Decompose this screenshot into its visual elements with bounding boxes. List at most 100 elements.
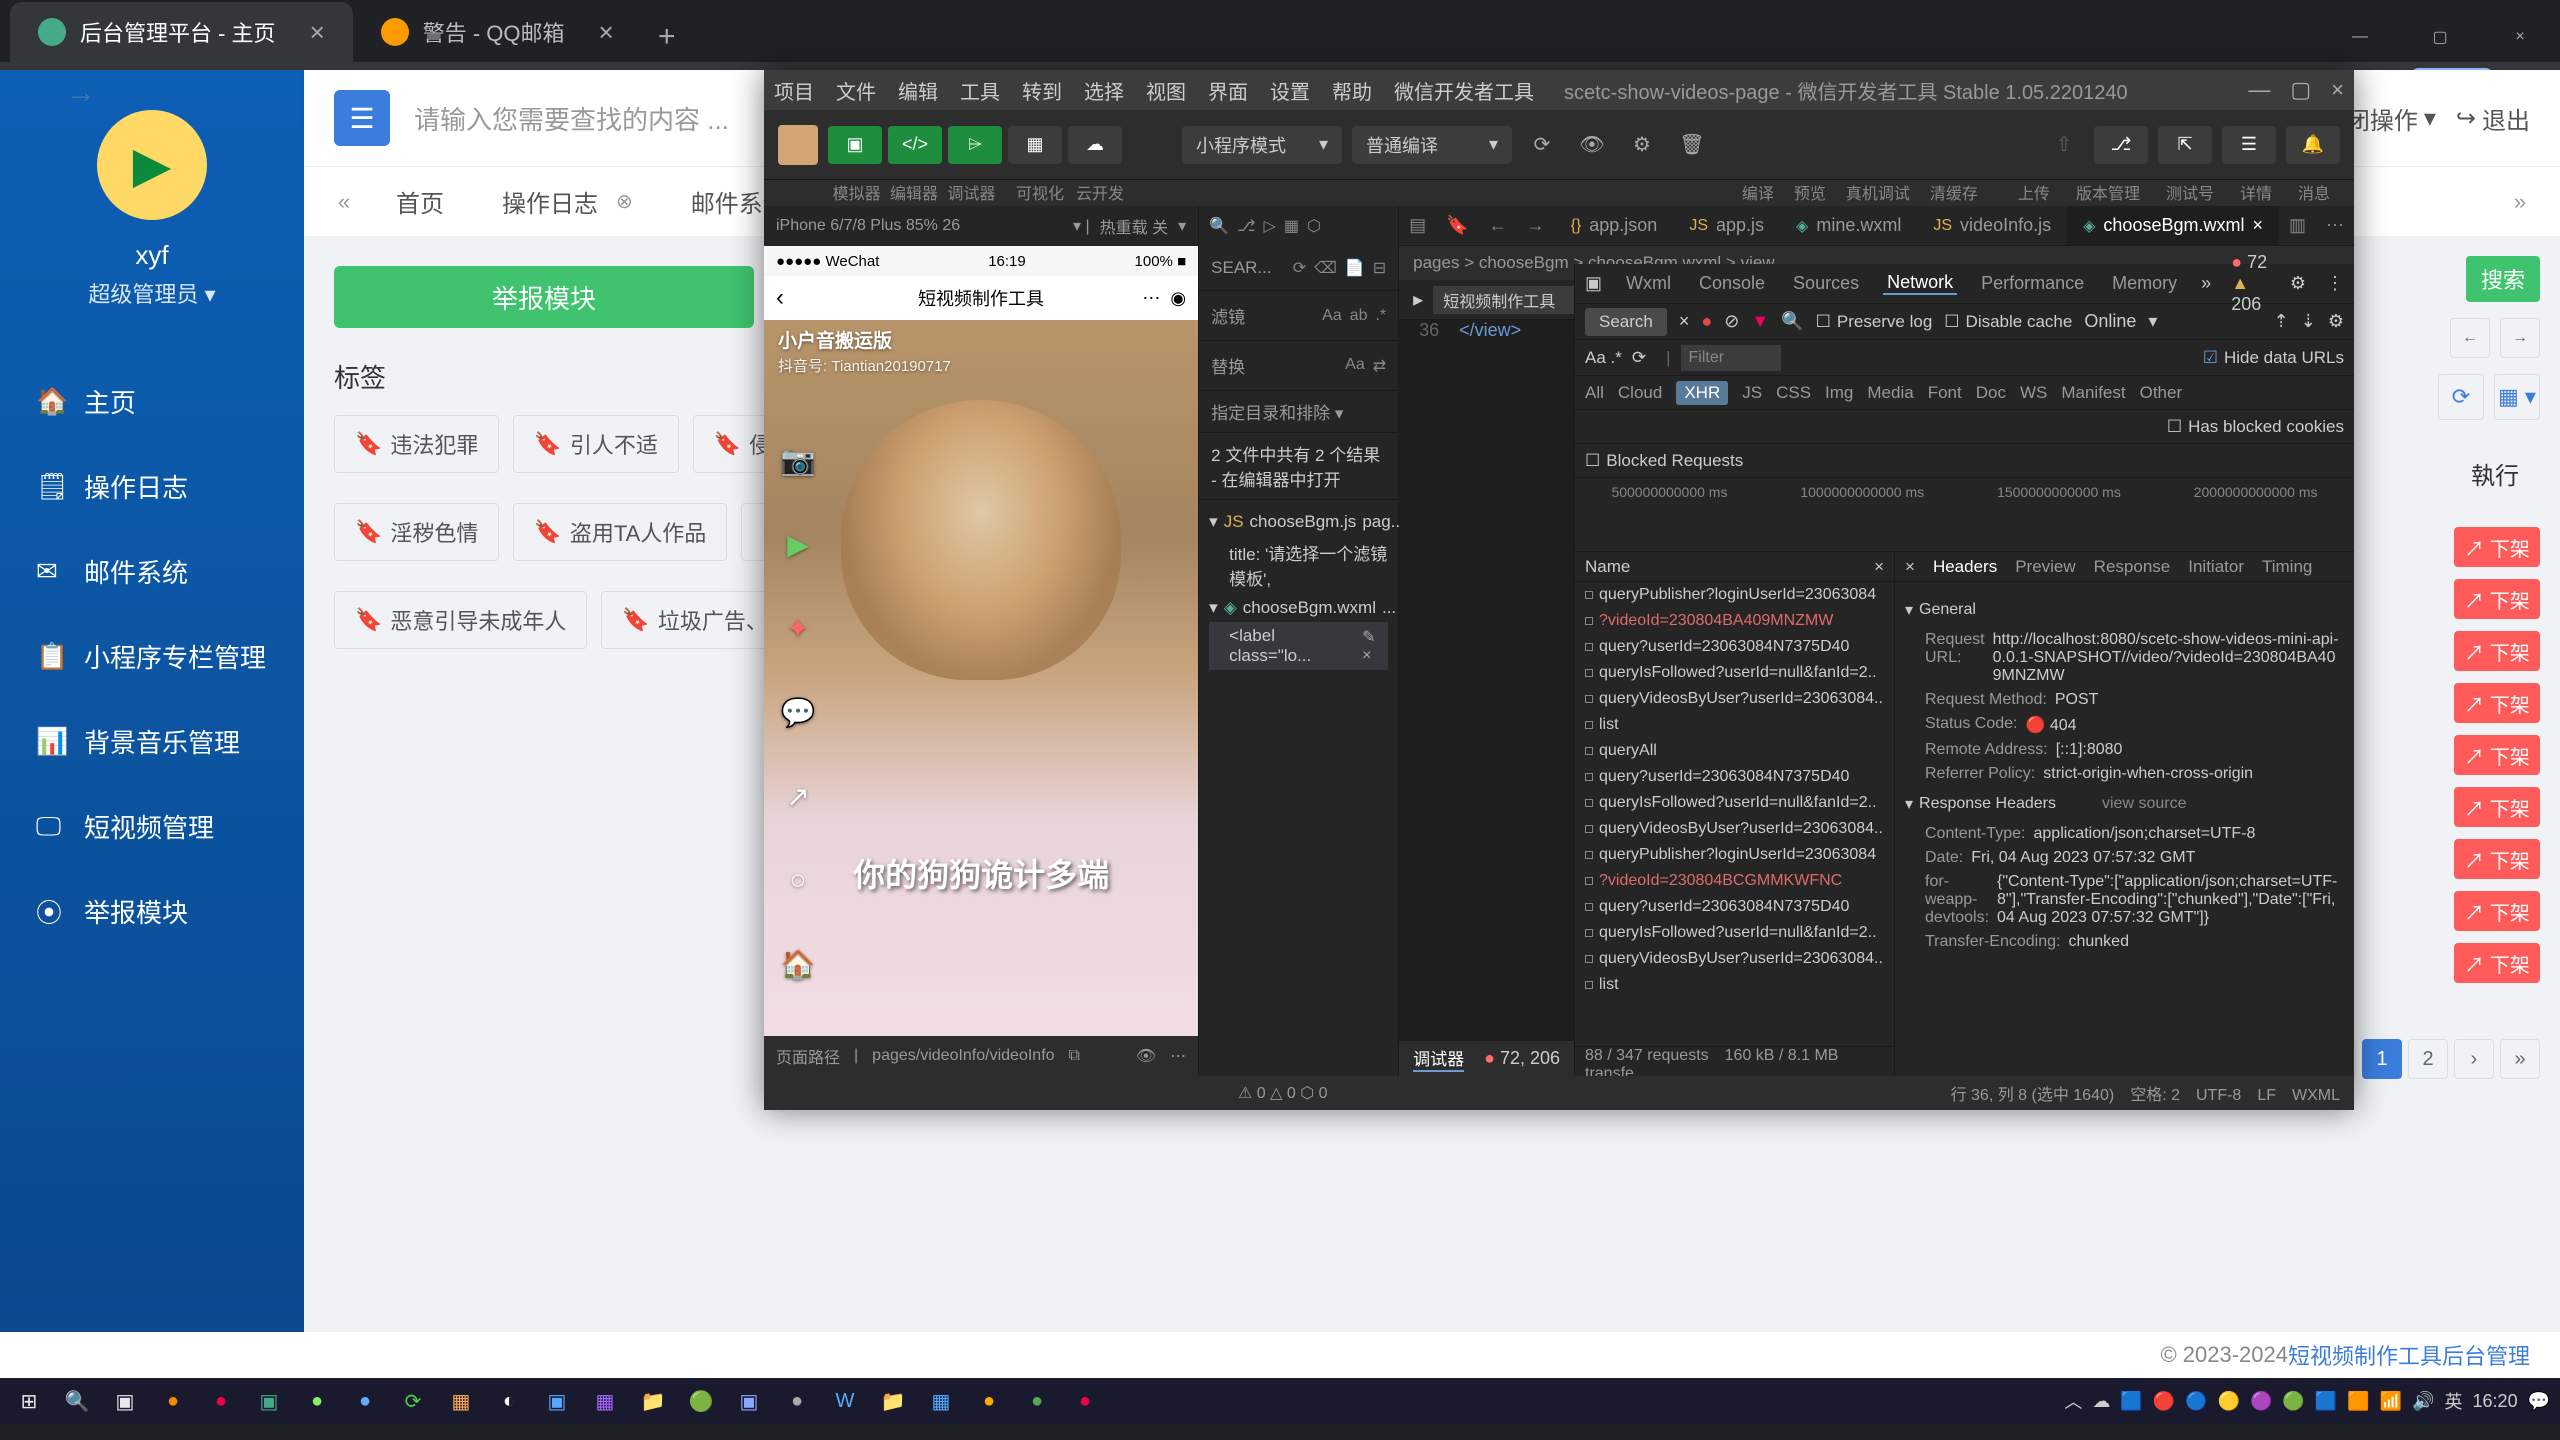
filter-all[interactable]: All: [1585, 383, 1604, 403]
network-search-button[interactable]: Search: [1585, 308, 1667, 336]
tag-item[interactable]: 🔖 盗用TA人作品: [513, 503, 727, 561]
initiator-tab[interactable]: Initiator: [2188, 557, 2244, 577]
inspect-icon[interactable]: ▣: [1585, 273, 1602, 294]
eye-icon[interactable]: 👁: [1136, 1046, 1156, 1066]
app-icon[interactable]: ●: [346, 1382, 384, 1420]
simulator-toggle[interactable]: ▣: [828, 126, 882, 164]
menu-item[interactable]: 项目: [774, 76, 814, 105]
version-icon[interactable]: ⎇: [2094, 126, 2148, 164]
close-icon[interactable]: ×: [2480, 12, 2560, 62]
np-tab-console[interactable]: Console: [1695, 273, 1769, 294]
app-icon[interactable]: ▦: [586, 1382, 624, 1420]
np-tab-memory[interactable]: Memory: [2108, 273, 2181, 294]
menu-item[interactable]: 工具: [960, 76, 1000, 105]
np-tab-sources[interactable]: Sources: [1789, 273, 1863, 294]
git-icon[interactable]: ⎇: [1237, 216, 1255, 236]
tray-icon[interactable]: 🟦: [2315, 1391, 2337, 1412]
network-request[interactable]: queryPublisher?loginUserId=23063084: [1575, 842, 1894, 868]
explorer-icon[interactable]: ▤: [1399, 215, 1436, 236]
refresh-button[interactable]: ⟳: [2438, 374, 2484, 420]
search-icon[interactable]: 🔍: [1209, 216, 1229, 236]
app-icon[interactable]: ▣: [538, 1382, 576, 1420]
app-icon[interactable]: ●: [1018, 1382, 1056, 1420]
network-request[interactable]: query?userId=23063084N7375D40: [1575, 764, 1894, 790]
menu-item[interactable]: 微信开发者工具: [1394, 76, 1534, 105]
app-icon[interactable]: ●: [298, 1382, 336, 1420]
menu-item[interactable]: 编辑: [898, 76, 938, 105]
filter-js[interactable]: JS: [1742, 383, 1762, 403]
page-1[interactable]: 1: [2362, 1039, 2402, 1079]
hot-reload-toggle[interactable]: 热重载 关: [1100, 214, 1168, 238]
task-view-icon[interactable]: ▣: [106, 1382, 144, 1420]
search-button[interactable]: 搜索: [2466, 256, 2540, 302]
tabs-prev-icon[interactable]: «: [324, 182, 364, 222]
copy-icon[interactable]: ⧉: [1069, 1047, 1080, 1065]
page-2[interactable]: 2: [2408, 1039, 2448, 1079]
close-icon[interactable]: ×: [1874, 557, 1884, 577]
network-request[interactable]: queryVideosByUser?userId=23063084..: [1575, 686, 1894, 712]
bookmark-icon[interactable]: 🔖: [1436, 215, 1478, 236]
menu-toggle-button[interactable]: ☰: [334, 90, 390, 146]
file-tab[interactable]: JSapp.js: [1673, 206, 1780, 245]
app-icon[interactable]: ●: [1066, 1382, 1104, 1420]
record-icon[interactable]: ●: [1701, 311, 1712, 332]
phone-screen[interactable]: ●●●●● WeChat 16:19 100% ■ ‹ 短视频制作工具 ⋯ ◉: [764, 246, 1198, 1036]
filter-img[interactable]: Img: [1825, 383, 1853, 403]
compile-icon[interactable]: ⟳: [1522, 126, 1562, 164]
minimize-icon[interactable]: —: [2248, 77, 2270, 103]
tag-item[interactable]: 🔖 引人不适: [513, 415, 678, 473]
cloud-toggle[interactable]: ☁: [1068, 126, 1122, 164]
preserve-log-checkbox[interactable]: ☐Preserve log: [1816, 312, 1933, 332]
star-icon[interactable]: ✦: [778, 608, 818, 648]
close-icon[interactable]: ⊗: [616, 189, 633, 214]
menu-item[interactable]: 视图: [1146, 76, 1186, 105]
ext-icon[interactable]: ▦: [1284, 216, 1299, 236]
tree-file[interactable]: ▾ ◈ chooseBgm.wxml...1: [1209, 594, 1388, 622]
message-icon[interactable]: 🔔: [2286, 126, 2340, 164]
clear-icon[interactable]: ⊘: [1724, 311, 1739, 332]
takedown-button[interactable]: ↗ 下架: [2454, 631, 2540, 671]
takedown-button[interactable]: ↗ 下架: [2454, 735, 2540, 775]
filter-media[interactable]: Media: [1867, 383, 1913, 403]
collapse-icon[interactable]: ⊟: [1373, 258, 1386, 278]
tray-icon[interactable]: 🔴: [2153, 1391, 2175, 1412]
network-request[interactable]: queryIsFollowed?userId=null&fanId=2..: [1575, 790, 1894, 816]
network-request[interactable]: list: [1575, 712, 1894, 738]
view-source-link[interactable]: view source: [2102, 795, 2186, 813]
app-icon[interactable]: ⟳: [394, 1382, 432, 1420]
browser-tab-admin[interactable]: 后台管理平台 - 主页 ×: [10, 2, 353, 62]
tray-icon[interactable]: ☁: [2092, 1391, 2110, 1412]
remote-debug-icon[interactable]: ⚙: [1622, 126, 1662, 164]
disable-cache-checkbox[interactable]: ☐Disable cache: [1944, 312, 2072, 332]
test-icon[interactable]: ⇱: [2158, 126, 2212, 164]
tray-icon[interactable]: 🟦: [2120, 1391, 2142, 1412]
tray-icon[interactable]: 🟧: [2347, 1391, 2369, 1412]
clock[interactable]: 16:20: [2473, 1391, 2518, 1412]
mode-select[interactable]: 小程序模式▾: [1182, 126, 1342, 164]
editor-toggle[interactable]: </>: [888, 126, 942, 164]
sidebar-item-mail[interactable]: ✉邮件系统: [0, 529, 304, 614]
filter-css[interactable]: CSS: [1776, 383, 1811, 403]
device-select[interactable]: iPhone 6/7/8 Plus 85% 26: [776, 217, 960, 235]
detail-icon[interactable]: ☰: [2222, 126, 2276, 164]
np-tab-perf[interactable]: Performance: [1977, 273, 2088, 294]
more-icon[interactable]: ⋯: [2316, 215, 2354, 236]
app-icon[interactable]: ●: [970, 1382, 1008, 1420]
sidebar-item-video[interactable]: 🖵短视频管理: [0, 784, 304, 869]
page-tab-home[interactable]: 首页: [370, 170, 470, 233]
filter-cloud[interactable]: Cloud: [1618, 383, 1662, 403]
tray-icon[interactable]: 🟢: [2282, 1391, 2304, 1412]
ime-icon[interactable]: 英: [2445, 1388, 2463, 1414]
headers-tab[interactable]: Headers: [1933, 557, 1997, 577]
back-icon[interactable]: ←: [1479, 215, 1517, 236]
network-request[interactable]: ?videoId=230804BA409MNZMW: [1575, 608, 1894, 634]
np-tab-network[interactable]: Network: [1883, 272, 1957, 295]
response-tab[interactable]: Response: [2094, 557, 2171, 577]
menu-item[interactable]: 转到: [1022, 76, 1062, 105]
app-icon[interactable]: 📁: [634, 1382, 672, 1420]
filter-other[interactable]: Other: [2140, 383, 2183, 403]
report-module-button[interactable]: 举报模块: [334, 266, 754, 328]
sidebar-item-home[interactable]: 🏠主页: [0, 359, 304, 444]
takedown-button[interactable]: ↗ 下架: [2454, 891, 2540, 931]
prev-button[interactable]: ←: [2450, 318, 2490, 358]
